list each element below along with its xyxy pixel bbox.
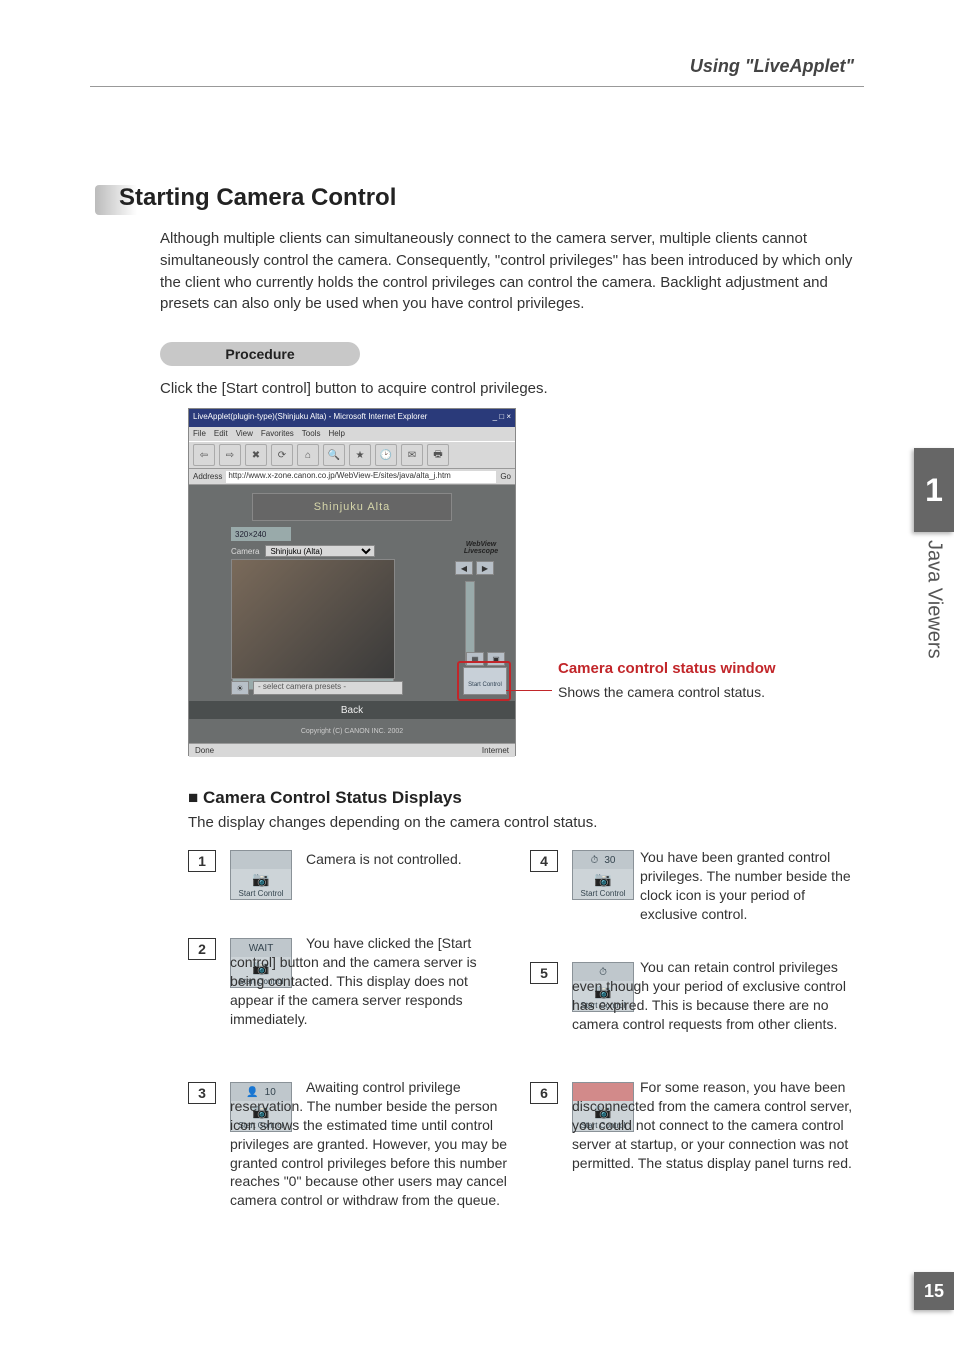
address-bar: Address http://www.x-zone.canon.co.jp/We… [189, 469, 515, 485]
window-controls: _ □ × [493, 412, 511, 424]
procedure-instruction: Click the [Start control] button to acqu… [160, 380, 548, 397]
status-num-2: 2 [188, 938, 216, 960]
status-section-heading: ■ Camera Control Status Displays [188, 788, 462, 808]
browser-statusbar: Done Internet [189, 743, 515, 757]
procedure-pill: Procedure [160, 342, 360, 366]
home-icon: ⌂ [297, 444, 319, 466]
status-text-2: You have clicked the [Start control] but… [230, 934, 508, 1028]
panel-top-timer: ⏱ 30 [573, 851, 633, 869]
section-title: Starting Camera Control [119, 184, 396, 212]
preset-row: ☀ - select camera presets - [231, 681, 403, 695]
pan-right-icon: ▶ [476, 561, 494, 575]
menu-favorites: Favorites [261, 429, 294, 439]
back-icon: ⇦ [193, 444, 215, 466]
applet-content: Shinjuku Alta 320×240 Camera Shinjuku (A… [189, 485, 515, 743]
status-zone: Internet [482, 746, 509, 755]
video-area [231, 559, 395, 679]
panel-label-4: Start Control [573, 889, 633, 898]
chapter-tab: 1 [914, 448, 954, 532]
status-text-5: You can retain control privileges even t… [572, 958, 862, 1034]
applet-copyright: Copyright (C) CANON INC. 2002 [189, 728, 515, 735]
menubar: File Edit View Favorites Tools Help [189, 427, 515, 441]
stop-icon: ✖ [245, 444, 267, 466]
status-done: Done [195, 746, 214, 755]
clock-icon: ⏱ [591, 855, 599, 866]
callout-subtitle: Shows the camera control status. [558, 684, 765, 700]
forward-icon: ⇨ [219, 444, 241, 466]
address-field: http://www.x-zone.canon.co.jp/WebView-E/… [226, 471, 496, 483]
header-rule [90, 86, 864, 87]
panel-label-1: Start Control [231, 889, 291, 898]
menu-edit: Edit [214, 429, 228, 439]
status-section-subheading: The display changes depending on the cam… [188, 814, 597, 831]
applet-back-button: Back [189, 701, 515, 719]
page-banner: Shinjuku Alta [252, 493, 452, 521]
go-button: Go [500, 472, 511, 481]
camera-label: Camera [231, 547, 259, 556]
chapter-label: Java Viewers [920, 540, 948, 700]
procedure-label: Procedure [225, 346, 294, 362]
browser-toolbar: ⇦ ⇨ ✖ ⟳ ⌂ 🔍 ★ 🕑 ✉ 🖶 [189, 441, 515, 469]
status-panel-4: ⏱ 30 📷 Start Control [572, 850, 634, 900]
browser-screenshot: LiveApplet(plugin-type)(Shinjuku Alta) -… [188, 408, 516, 756]
camera-icon: 📷 [231, 869, 291, 889]
size-bar: 320×240 [231, 527, 291, 541]
preset-select: - select camera presets - [253, 681, 403, 695]
window-title: LiveApplet(plugin-type)(Shinjuku Alta) -… [193, 412, 427, 424]
address-label: Address [193, 472, 222, 481]
status-text-6: For some reason, you have been disconnec… [572, 1078, 862, 1172]
start-control-button: Start Control [463, 667, 507, 695]
print-icon: 🖶 [427, 444, 449, 466]
webview-logo: WebView Livescope [459, 541, 503, 557]
page-header: Using "LiveApplet" [690, 56, 854, 77]
favorites-icon: ★ [349, 444, 371, 466]
wide-icon: ▦ [466, 652, 484, 666]
menu-view: View [236, 429, 253, 439]
menu-tools: Tools [302, 429, 321, 439]
status-text-1: Camera is not controlled. [306, 850, 506, 869]
page-number: 15 [914, 1272, 954, 1310]
camera-icon: 📷 [573, 869, 633, 889]
menu-help: Help [328, 429, 344, 439]
timer-value: 30 [604, 855, 615, 866]
status-num-5: 5 [530, 962, 558, 984]
status-text-4: You have been granted control privileges… [640, 848, 862, 924]
status-num-4: 4 [530, 850, 558, 872]
callout-title: Camera control status window [558, 660, 776, 677]
refresh-icon: ⟳ [271, 444, 293, 466]
search-icon: 🔍 [323, 444, 345, 466]
status-num-6: 6 [530, 1082, 558, 1104]
callout-line [506, 690, 552, 691]
menu-file: File [193, 429, 206, 439]
tele-icon: ▣ [487, 652, 505, 666]
status-num-3: 3 [188, 1082, 216, 1104]
status-num-1: 1 [188, 850, 216, 872]
intro-paragraph: Although multiple clients can simultaneo… [160, 228, 860, 315]
mail-icon: ✉ [401, 444, 423, 466]
panel-top-blank [231, 851, 291, 869]
pan-left-icon: ◀ [455, 561, 473, 575]
camera-select: Shinjuku (Alta) [265, 545, 375, 557]
window-titlebar: LiveApplet(plugin-type)(Shinjuku Alta) -… [189, 409, 515, 427]
status-panel-1: 📷 Start Control [230, 850, 292, 900]
status-text-3: Awaiting control privilege reservation. … [230, 1078, 508, 1210]
preset-icon: ☀ [231, 681, 249, 695]
history-icon: 🕑 [375, 444, 397, 466]
